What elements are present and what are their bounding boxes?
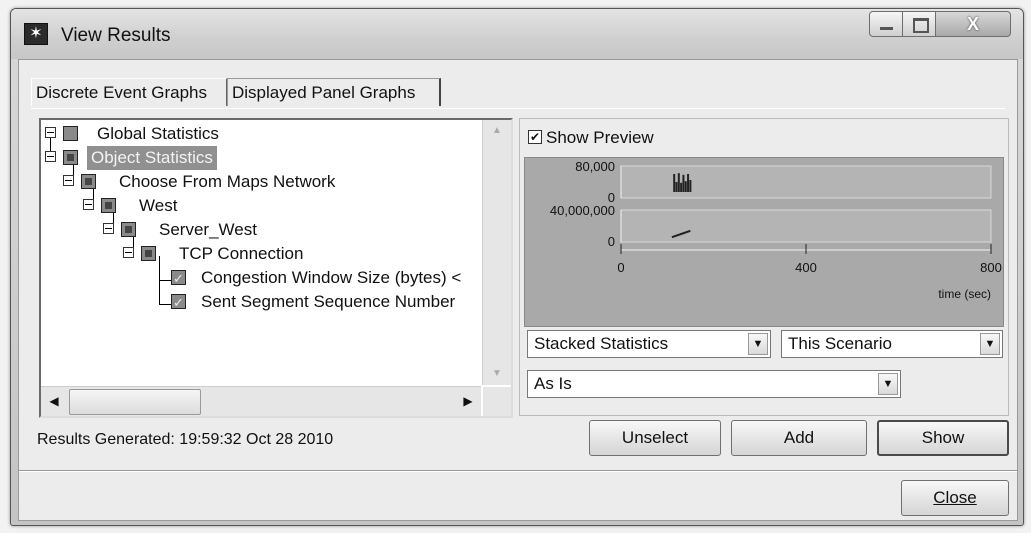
tree-connector: [159, 304, 171, 305]
folder-node-icon: [121, 222, 136, 237]
folder-node-icon: [63, 126, 78, 141]
tab-displayed-panel-graphs[interactable]: Displayed Panel Graphs: [227, 78, 441, 106]
app-icon: ✶: [24, 23, 48, 45]
show-preview-label: Show Preview: [546, 128, 654, 147]
scenario-select[interactable]: This Scenario ▼: [781, 330, 1003, 358]
folder-node-icon: [63, 150, 78, 165]
folder-node-icon: [101, 198, 116, 213]
stack-mode-value: Stacked Statistics: [534, 334, 669, 353]
scrollbar-corner: [483, 387, 511, 416]
dialog-client-area: Discrete Event Graphs Displayed Panel Gr…: [18, 59, 1018, 521]
x-tick-label: 0: [617, 260, 624, 275]
y-tick-label: 40,000,000: [550, 203, 615, 218]
x-axis-label: time (sec): [938, 287, 991, 301]
filter-select[interactable]: As Is ▼: [527, 370, 901, 398]
preview-chart-svg: 80,000040,000,00000 400 800time (sec): [550, 159, 1002, 301]
collapse-icon[interactable]: [103, 223, 114, 234]
tab-discrete-event-graphs[interactable]: Discrete Event Graphs: [31, 78, 227, 106]
close-button[interactable]: Close: [901, 480, 1009, 516]
add-button[interactable]: Add: [731, 420, 867, 456]
close-window-button[interactable]: X: [935, 11, 1011, 37]
maximize-icon: [913, 18, 929, 33]
scroll-up-arrow-icon[interactable]: ▲: [483, 120, 511, 142]
scroll-down-arrow-icon[interactable]: ▼: [483, 363, 511, 385]
preview-graph: 80,000 0 40,000,000 0 0 400 800 time (sec): [524, 157, 1004, 327]
x-tick-label: 800: [980, 260, 1002, 275]
show-button[interactable]: Show: [877, 420, 1009, 456]
scroll-right-arrow-icon[interactable]: ▶: [455, 387, 481, 416]
view-results-window: ✶ View Results X Discrete Event Graphs D…: [10, 8, 1024, 526]
tree-item-tcp-connection[interactable]: TCP Connection: [123, 242, 473, 266]
collapse-icon[interactable]: [83, 199, 94, 210]
collapse-icon[interactable]: [63, 175, 74, 186]
collapse-icon[interactable]: [45, 127, 56, 138]
statistic-checked-icon: [171, 291, 186, 315]
stack-mode-select[interactable]: Stacked Statistics ▼: [527, 330, 771, 358]
minimize-button[interactable]: [869, 11, 903, 37]
unselect-button[interactable]: Unselect: [589, 420, 721, 456]
plot-panel: [620, 209, 992, 243]
statistic-checked-icon: [171, 267, 186, 291]
tree-vertical-scrollbar[interactable]: ▲ ▼: [482, 120, 511, 385]
close-button-label: Close: [933, 488, 977, 507]
minimize-icon: [880, 27, 893, 30]
dropdown-arrow-icon[interactable]: ▼: [980, 333, 1000, 355]
statistics-tree[interactable]: Global Statistics Object Statistics Choo…: [39, 118, 513, 418]
show-preview-checkbox[interactable]: ✔: [528, 130, 542, 144]
folder-node-icon: [141, 246, 156, 261]
tree-item-object-statistics[interactable]: Object Statistics: [45, 146, 475, 170]
window-title: View Results: [61, 25, 171, 46]
y-tick-label: 0: [608, 234, 615, 249]
title-bar[interactable]: ✶ View Results X: [11, 9, 1023, 59]
tree-item-global-statistics[interactable]: Global Statistics: [45, 122, 475, 146]
tree-item-server-west[interactable]: Server_West: [103, 218, 473, 242]
tab-divider: [31, 108, 1005, 109]
filter-value: As Is: [534, 374, 572, 393]
horizontal-scroll-thumb[interactable]: [69, 389, 201, 415]
dropdown-arrow-icon[interactable]: ▼: [748, 333, 768, 355]
tree-item-sent-segment-sequence-number[interactable]: Sent Segment Sequence Number: [171, 290, 481, 315]
tree-content: Global Statistics Object Statistics Choo…: [41, 120, 481, 385]
x-tick-label: 400: [795, 260, 817, 275]
collapse-icon[interactable]: [123, 247, 134, 258]
scroll-left-arrow-icon[interactable]: ◀: [41, 387, 67, 416]
tree-item-west[interactable]: West: [83, 194, 473, 218]
collapse-icon[interactable]: [45, 151, 56, 162]
maximize-button[interactable]: [902, 11, 936, 37]
tree-horizontal-scrollbar[interactable]: ◀ ▶: [41, 386, 481, 416]
tree-item-congestion-window-size[interactable]: Congestion Window Size (bytes) <: [171, 266, 481, 291]
footer-divider-highlight: [19, 471, 1017, 472]
tree-item-choose-from-maps-network[interactable]: Choose From Maps Network: [63, 170, 473, 194]
folder-node-icon: [81, 174, 96, 189]
y-tick-label: 80,000: [575, 159, 615, 174]
results-generated-text: Results Generated: 19:59:32 Oct 28 2010: [37, 431, 334, 448]
scenario-value: This Scenario: [788, 334, 892, 353]
dropdown-arrow-icon[interactable]: ▼: [878, 373, 898, 395]
tree-connector: [159, 280, 171, 281]
